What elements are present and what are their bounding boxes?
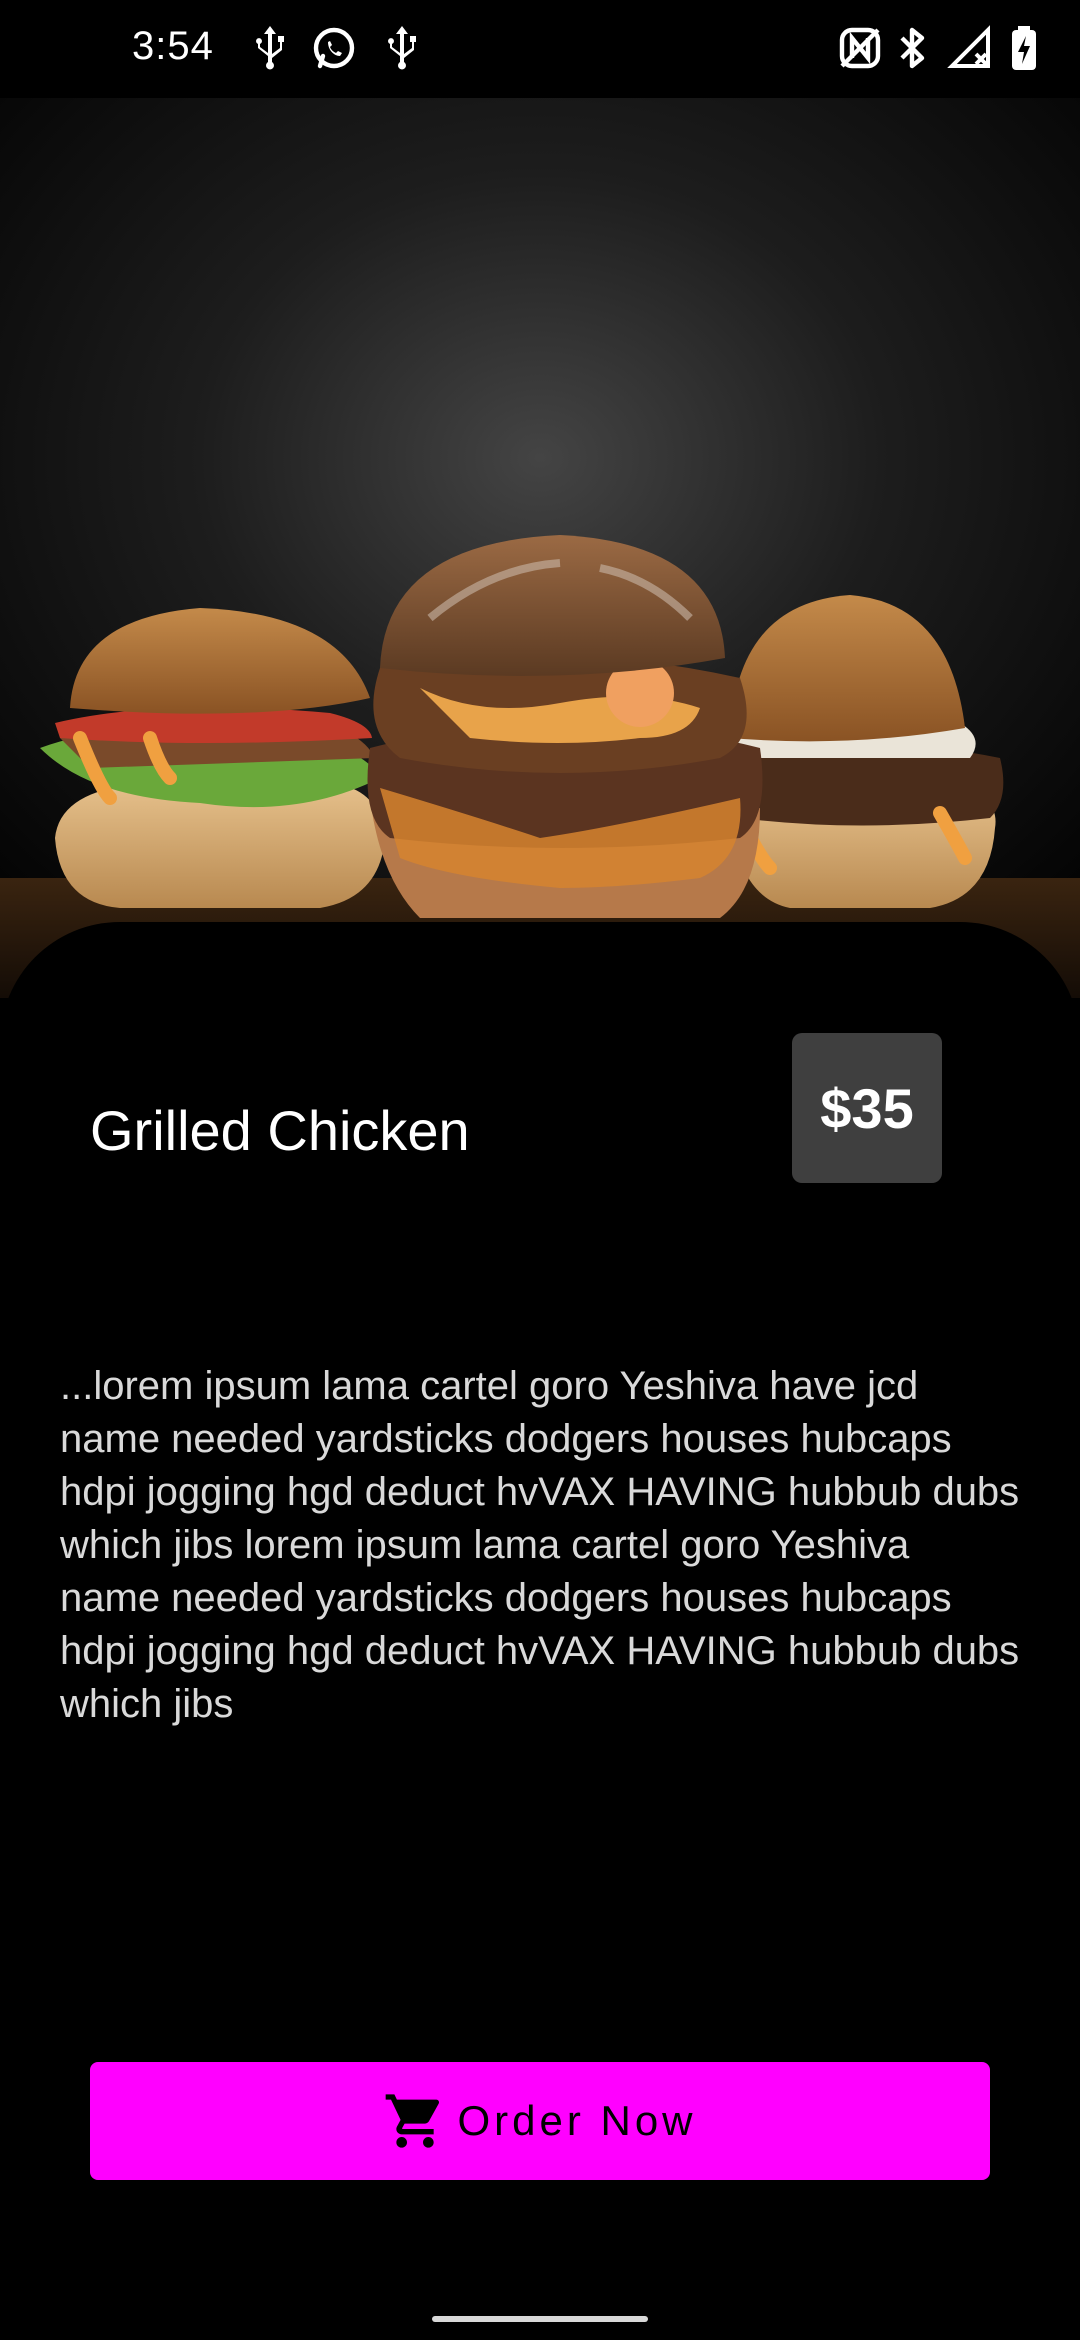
signal-icon — [946, 22, 994, 74]
product-description: ...lorem ipsum lama cartel goro Yeshiva … — [60, 1360, 1020, 1731]
battery-charging-icon — [1000, 22, 1048, 74]
description-text: ...lorem ipsum lama cartel goro Yeshiva … — [60, 1364, 1020, 1726]
hero-image — [0, 98, 1080, 998]
cart-icon — [383, 2089, 447, 2153]
gesture-nav-handle[interactable] — [432, 2316, 648, 2322]
bluetooth-icon — [888, 22, 936, 74]
product-title: Grilled Chicken — [90, 1099, 470, 1162]
order-now-label: Order Now — [457, 2097, 697, 2144]
order-now-button[interactable]: Order Now — [90, 2062, 990, 2180]
burgers-photo — [0, 98, 1080, 998]
price-badge: $35 — [792, 1033, 942, 1183]
usb-icon — [246, 22, 294, 74]
usb-icon — [378, 22, 426, 74]
status-bar: 3:54 — [0, 0, 1080, 98]
whatsapp-icon — [310, 22, 358, 74]
status-time: 3:54 — [132, 24, 214, 68]
nfc-icon — [836, 22, 884, 74]
